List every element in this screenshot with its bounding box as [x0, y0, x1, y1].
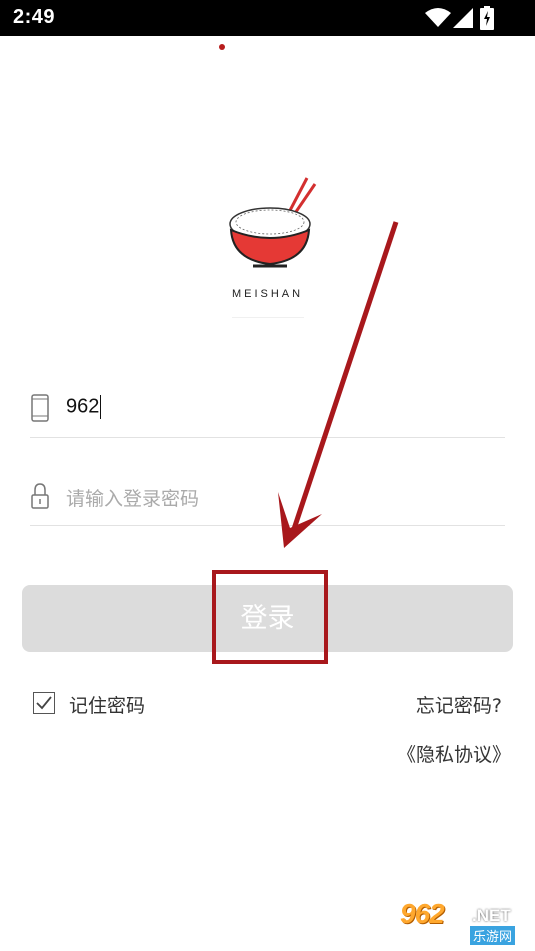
highlight-box — [212, 570, 328, 664]
status-time: 2:49 — [13, 6, 56, 28]
brand-name: MEISHAN — [231, 288, 304, 300]
watermark-sub: 乐游网 — [470, 926, 516, 945]
red-dot — [219, 44, 225, 50]
phone-input[interactable]: 962 — [66, 395, 102, 419]
phone-icon — [31, 394, 49, 422]
remember-label: 记住密码 — [69, 695, 146, 717]
watermark-suffix: .NET — [472, 906, 511, 925]
checkmark-icon — [36, 696, 52, 710]
wifi-icon — [425, 8, 451, 27]
remember-checkbox[interactable] — [33, 692, 55, 714]
battery-icon — [480, 6, 494, 30]
phone-field[interactable]: 962 — [30, 381, 505, 438]
logo-divider — [232, 317, 304, 318]
lock-icon — [31, 483, 49, 509]
phone-value: 962 — [66, 395, 100, 418]
text-caret — [100, 395, 102, 419]
site-watermark: 962 .NET 乐游网 — [396, 898, 530, 946]
password-field[interactable]: 请输入登录密码 — [30, 469, 505, 526]
rice-bowl-logo-icon — [229, 177, 317, 268]
watermark-main: 962 — [400, 898, 445, 929]
status-bar: 2:49 — [0, 0, 535, 36]
password-input[interactable]: 请输入登录密码 — [66, 484, 199, 511]
forgot-password-link[interactable]: 忘记密码? — [416, 691, 502, 718]
privacy-agreement-link[interactable]: 《隐私协议》 — [397, 740, 511, 767]
signal-icon — [453, 8, 473, 28]
